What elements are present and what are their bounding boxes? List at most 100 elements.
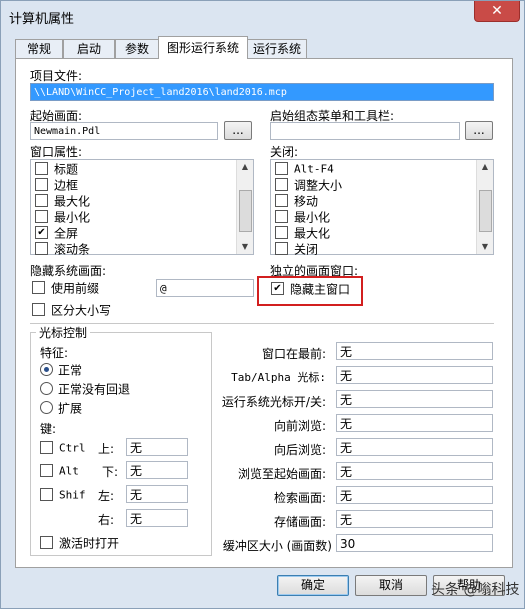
- radio[interactable]: [40, 401, 53, 414]
- list-item[interactable]: Alt-F4: [275, 161, 334, 177]
- key-up-label: 上:: [98, 442, 115, 456]
- ok-button[interactable]: 确定: [277, 575, 349, 596]
- radio-extended[interactable]: 扩展: [40, 400, 82, 417]
- window-attrs-label: 窗口属性:: [30, 145, 83, 159]
- checkbox[interactable]: [35, 162, 48, 175]
- cancel-button[interactable]: 取消: [355, 575, 427, 596]
- separator: [30, 323, 494, 324]
- scroll-up-icon[interactable]: ▲: [477, 160, 493, 174]
- title-bar[interactable]: 计算机属性 ✕: [1, 1, 524, 33]
- start-menu-browse-button[interactable]: ...: [465, 121, 493, 140]
- checkbox[interactable]: [32, 303, 45, 316]
- ctrl-checkbox[interactable]: Ctrl: [40, 440, 86, 457]
- key-up-field[interactable]: 无: [126, 438, 188, 456]
- checkbox[interactable]: [40, 464, 53, 477]
- radio[interactable]: [40, 382, 53, 395]
- scroll-thumb[interactable]: [479, 190, 492, 232]
- project-file-field[interactable]: \\LAND\WinCC_Project_land2016\land2016.m…: [30, 83, 494, 101]
- key-left-field[interactable]: 无: [126, 485, 188, 503]
- activate-on-open-checkbox[interactable]: 激活时打开: [40, 535, 119, 552]
- key-right-label: 右:: [98, 513, 115, 527]
- checkbox[interactable]: [35, 194, 48, 207]
- hidden-screens-label: 隐藏系统画面:: [30, 264, 107, 278]
- key-left-label: 左:: [98, 489, 115, 503]
- checkbox-checked[interactable]: ✔: [35, 226, 48, 239]
- close-opts-list[interactable]: Alt-F4 调整大小 移动 最小化 最大化 关闭 ▲ ▼: [270, 159, 494, 257]
- close-opts-label: 关闭:: [270, 145, 299, 159]
- list-item[interactable]: 调整大小: [275, 177, 342, 193]
- close-button[interactable]: ✕: [474, 1, 520, 22]
- buffer-size-field[interactable]: 30: [336, 534, 493, 552]
- list-item[interactable]: 边框: [35, 177, 78, 193]
- window-attrs-list[interactable]: 标题 边框 最大化 最小化 ✔ 全屏 滚动条 ▲ ▼: [30, 159, 254, 257]
- hotkey-label: 存储画面:: [273, 515, 326, 529]
- case-sensitive-checkbox[interactable]: 区分大小写: [32, 302, 111, 319]
- scroll-down-icon[interactable]: ▼: [477, 240, 493, 254]
- hotkey-label: Tab/Alpha 光标:: [231, 371, 326, 384]
- tab-runtime[interactable]: 运行系统: [247, 39, 307, 58]
- list-item[interactable]: ✔ 全屏: [35, 225, 78, 241]
- tab-parameters[interactable]: 参数: [115, 39, 159, 58]
- hotkey-field[interactable]: 无: [336, 462, 493, 480]
- hotkey-label: 向后浏览:: [273, 443, 326, 457]
- checkbox[interactable]: [275, 210, 288, 223]
- checkbox[interactable]: [40, 488, 53, 501]
- checkbox[interactable]: [35, 210, 48, 223]
- cursor-control-label: 光标控制: [36, 324, 91, 341]
- checkbox[interactable]: [275, 194, 288, 207]
- scroll-thumb[interactable]: [239, 190, 252, 232]
- hotkey-field[interactable]: 无: [336, 366, 493, 384]
- hotkey-field[interactable]: 无: [336, 486, 493, 504]
- checkbox[interactable]: [32, 281, 45, 294]
- checkbox[interactable]: [40, 536, 53, 549]
- list-item[interactable]: 最小化: [275, 209, 330, 225]
- hotkey-field[interactable]: 无: [336, 438, 493, 456]
- key-down-label: 下:: [102, 465, 119, 479]
- shift-checkbox[interactable]: Shif: [40, 487, 86, 504]
- hotkey-field[interactable]: 无: [336, 390, 493, 408]
- checkbox[interactable]: [275, 162, 288, 175]
- use-prefix-checkbox[interactable]: 使用前缀: [32, 280, 99, 297]
- checkbox-checked[interactable]: ✔: [271, 282, 284, 295]
- prefix-field[interactable]: @: [156, 279, 254, 297]
- project-file-label: 项目文件:: [30, 69, 83, 83]
- hide-main-window-checkbox[interactable]: ✔ 隐藏主窗口: [271, 281, 350, 298]
- properties-dialog: 计算机属性 ✕ 常规 启动 参数 图形运行系统 运行系统 项目文件: \\LAN…: [0, 0, 525, 609]
- list-item[interactable]: 滚动条: [35, 241, 90, 257]
- radio-normal[interactable]: 正常: [40, 362, 82, 379]
- checkbox[interactable]: [275, 226, 288, 239]
- tab-startup[interactable]: 启动: [63, 39, 115, 58]
- hotkey-label: 窗口在最前:: [261, 347, 326, 361]
- list-item[interactable]: 最大化: [275, 225, 330, 241]
- hotkey-field[interactable]: 无: [336, 510, 493, 528]
- tab-graphics-runtime[interactable]: 图形运行系统: [158, 36, 248, 59]
- start-screen-browse-button[interactable]: ...: [224, 121, 252, 140]
- checkbox[interactable]: [35, 178, 48, 191]
- radio-selected[interactable]: [40, 363, 53, 376]
- scroll-down-icon[interactable]: ▼: [237, 240, 253, 254]
- scroll-up-icon[interactable]: ▲: [237, 160, 253, 174]
- hotkey-label: 向前浏览:: [273, 419, 326, 433]
- checkbox[interactable]: [275, 242, 288, 255]
- list-item[interactable]: 最小化: [35, 209, 90, 225]
- radio-normal-no-rollback[interactable]: 正常没有回退: [40, 381, 130, 398]
- scrollbar[interactable]: ▲ ▼: [236, 160, 253, 254]
- key-right-field[interactable]: 无: [126, 509, 188, 527]
- checkbox[interactable]: [35, 242, 48, 255]
- tab-general[interactable]: 常规: [15, 39, 63, 58]
- start-screen-field[interactable]: Newmain.Pdl: [30, 122, 218, 140]
- tab-panel: 项目文件: \\LAND\WinCC_Project_land2016\land…: [15, 58, 513, 568]
- hotkey-field[interactable]: 无: [336, 342, 493, 360]
- checkbox[interactable]: [275, 178, 288, 191]
- list-item[interactable]: 标题: [35, 161, 78, 177]
- alt-checkbox[interactable]: Alt: [40, 463, 79, 480]
- list-item[interactable]: 移动: [275, 193, 318, 209]
- key-down-field[interactable]: 无: [126, 461, 188, 479]
- start-menu-field[interactable]: [270, 122, 460, 140]
- list-item[interactable]: 关闭: [275, 241, 318, 257]
- buffer-size-label: 缓冲区大小 (画面数): [222, 539, 332, 553]
- checkbox[interactable]: [40, 441, 53, 454]
- hotkey-field[interactable]: 无: [336, 414, 493, 432]
- list-item[interactable]: 最大化: [35, 193, 90, 209]
- scrollbar[interactable]: ▲ ▼: [476, 160, 493, 254]
